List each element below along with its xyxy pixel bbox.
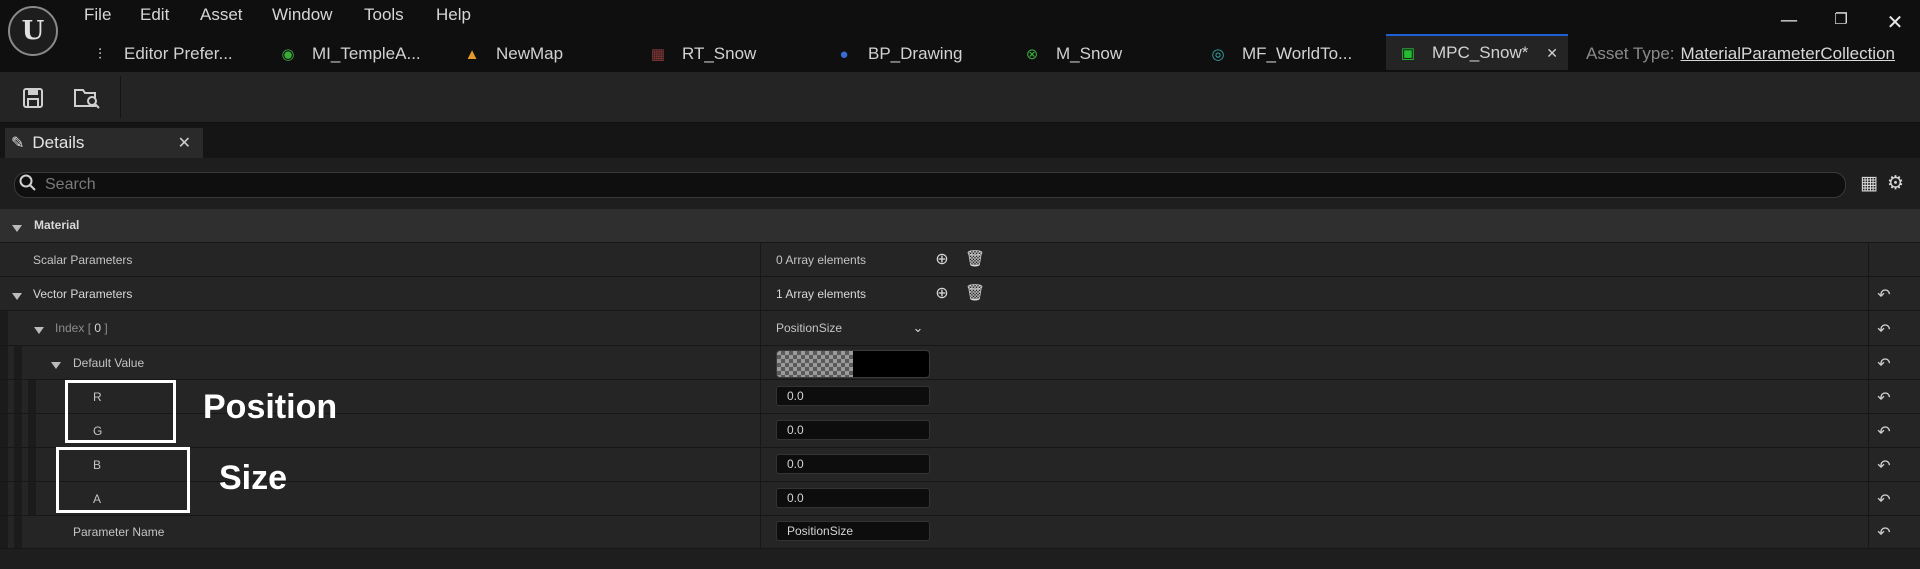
default-value-row[interactable]: Default Value ↶ bbox=[0, 346, 1920, 380]
tab-newmap[interactable]: ▲ NewMap bbox=[462, 36, 564, 72]
channel-g-input[interactable]: 0.0 bbox=[776, 420, 930, 440]
reset-to-default-icon[interactable]: ↶ bbox=[1872, 422, 1896, 442]
tab-rt-snow[interactable]: ▦ RT_Snow bbox=[648, 36, 756, 72]
toolbar-separator bbox=[120, 76, 121, 118]
parameter-name-input[interactable]: PositionSize bbox=[776, 521, 930, 541]
tab-editor-preferences[interactable]: ⫶ Editor Prefer... bbox=[90, 36, 233, 72]
position-highlight-box bbox=[65, 380, 176, 443]
restore-icon[interactable]: ❐ bbox=[1826, 10, 1856, 28]
menu-help[interactable]: Help bbox=[436, 5, 471, 25]
reset-to-default-icon[interactable]: ↶ bbox=[1872, 354, 1896, 374]
close-details-icon[interactable]: ✕ bbox=[178, 133, 191, 153]
alpha-checker bbox=[777, 351, 853, 377]
save-icon[interactable] bbox=[18, 84, 48, 112]
channel-b-row: B 0.0 ↶ bbox=[0, 448, 1920, 482]
table-view-icon[interactable]: ▦ bbox=[1860, 172, 1878, 194]
search-input[interactable] bbox=[43, 175, 1747, 195]
index-0-row[interactable]: Index [ 0 ] PositionSize ⌄ ↶ bbox=[0, 311, 1920, 346]
index-value: PositionSize bbox=[776, 321, 843, 335]
browse-asset-icon[interactable] bbox=[72, 84, 102, 112]
channel-a-row: A 0.0 ↶ bbox=[0, 482, 1920, 516]
position-annotation: Position bbox=[203, 388, 338, 426]
menu-edit[interactable]: Edit bbox=[140, 5, 169, 25]
menu-window[interactable]: Window bbox=[272, 5, 332, 25]
material-function-icon: ◎ bbox=[1211, 46, 1225, 63]
expand-arrow-icon[interactable] bbox=[51, 358, 61, 372]
size-highlight-box bbox=[56, 447, 190, 513]
reset-to-default-icon[interactable]: ↶ bbox=[1872, 320, 1896, 340]
color-swatch[interactable] bbox=[776, 350, 930, 378]
render-target-icon: ▦ bbox=[650, 46, 666, 63]
menu-tools[interactable]: Tools bbox=[364, 5, 404, 25]
asset-type-link[interactable]: MaterialParameterCollection bbox=[1681, 44, 1895, 64]
parameter-name-row: Parameter Name PositionSize ↶ bbox=[0, 516, 1920, 549]
expand-arrow-icon[interactable] bbox=[12, 221, 22, 235]
tab-m-snow[interactable]: ⊗ M_Snow bbox=[1022, 36, 1122, 72]
menu-asset[interactable]: Asset bbox=[200, 5, 243, 25]
close-tab-icon[interactable]: ✕ bbox=[1546, 45, 1558, 62]
reset-to-default-icon[interactable]: ↶ bbox=[1872, 490, 1896, 510]
channel-b-input[interactable]: 0.0 bbox=[776, 454, 930, 474]
asset-type-info: Asset Type: MaterialParameterCollection bbox=[1586, 44, 1895, 64]
expand-arrow-icon[interactable] bbox=[34, 323, 44, 337]
channel-r-input[interactable]: 0.0 bbox=[776, 386, 930, 406]
toolbar bbox=[0, 72, 1920, 123]
reset-to-default-icon[interactable]: ↶ bbox=[1872, 285, 1896, 305]
expand-arrow-icon[interactable] bbox=[12, 289, 22, 303]
blueprint-icon: ● bbox=[839, 45, 849, 63]
reset-to-default-icon[interactable]: ↶ bbox=[1872, 523, 1896, 543]
trash-icon[interactable]: 🗑 bbox=[965, 284, 985, 302]
material-icon: ⊗ bbox=[1025, 46, 1039, 63]
unreal-logo-icon[interactable]: U bbox=[8, 6, 58, 56]
pencil-icon: ✎ bbox=[11, 135, 25, 152]
reset-to-default-icon[interactable]: ↶ bbox=[1872, 388, 1896, 408]
tab-mpc-snow[interactable]: ▣ MPC_Snow* ✕ bbox=[1386, 34, 1568, 70]
trash-icon[interactable]: 🗑 bbox=[965, 250, 985, 268]
search-icon bbox=[19, 174, 37, 197]
search-box[interactable] bbox=[14, 172, 1846, 198]
minimize-icon[interactable]: — bbox=[1774, 10, 1804, 31]
material-instance-icon: ◉ bbox=[281, 46, 295, 63]
index-label: Index [ 0 ] bbox=[55, 321, 108, 335]
tab-mi-temple[interactable]: ◉ MI_TempleA... bbox=[278, 36, 420, 72]
level-map-icon: ▲ bbox=[464, 45, 480, 63]
channel-a-input[interactable]: 0.0 bbox=[776, 488, 930, 508]
menu-file[interactable]: File bbox=[84, 5, 111, 25]
add-element-icon[interactable]: ⊕ bbox=[933, 250, 951, 268]
tab-bp-drawing[interactable]: ● BP_Drawing bbox=[834, 36, 962, 72]
parameter-collection-icon: ▣ bbox=[1400, 45, 1416, 62]
reset-to-default-icon[interactable]: ↶ bbox=[1872, 456, 1896, 476]
sliders-icon: ⫶ bbox=[98, 45, 102, 63]
add-element-icon[interactable]: ⊕ bbox=[933, 284, 951, 302]
chevron-down-icon[interactable]: ⌄ bbox=[909, 319, 927, 337]
material-category[interactable]: Material bbox=[0, 209, 1920, 243]
close-window-icon[interactable]: ✕ bbox=[1880, 10, 1910, 34]
tab-mf-worldto[interactable]: ◎ MF_WorldTo... bbox=[1208, 36, 1352, 72]
color-preview bbox=[853, 351, 929, 377]
vector-parameters-row[interactable]: Vector Parameters 1 Array elements ⊕ 🗑 ↶ bbox=[0, 277, 1920, 311]
settings-gear-icon[interactable]: ⚙ bbox=[1887, 172, 1904, 194]
size-annotation: Size bbox=[219, 459, 288, 497]
details-tab[interactable]: ✎ Details ✕ bbox=[5, 128, 203, 158]
scalar-parameters-row: Scalar Parameters 0 Array elements ⊕ 🗑 bbox=[0, 243, 1920, 277]
